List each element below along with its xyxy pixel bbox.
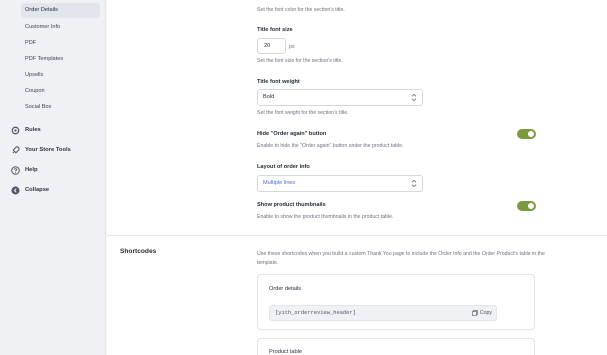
title-font-weight-select[interactable]: Bold [257,89,423,106]
copy-label: Copy [479,310,492,316]
chevron-up-down-icon [411,179,417,188]
title-font-size-input[interactable] [257,38,286,54]
toggle-knob [528,131,534,137]
layout-order-info-select[interactable]: Multiple lines [257,175,423,192]
toggle-knob [528,203,534,209]
thumbnails-label: Show product thumbnails [257,202,326,208]
title-font-weight-value: Bold [263,94,275,100]
layout-order-info-label: Layout of order info [257,164,310,170]
sidebar-item-pdf[interactable]: PDF [21,36,100,51]
title-font-weight-help: Set the font weight for the section's ti… [257,110,349,116]
title-font-size-label: Title font size [257,27,293,33]
sidebar-item-coupon[interactable]: Coupon [21,84,100,99]
sidebar-item-collapse[interactable]: Collapse [10,183,49,197]
layout-order-info-value: Multiple lines [263,180,296,186]
sidebar-item-upsells[interactable]: Upsells [21,68,100,83]
settings-panel: Set the font color for the section's tit… [107,0,607,355]
sidebar-item-label: Your Store Tools [25,147,71,153]
title-font-size-unit: px [289,44,295,50]
rocket-icon [10,145,20,155]
help-icon [10,165,20,175]
sidebar-item-customer-info[interactable]: Customer Info [21,20,100,35]
order-again-help: Enable to hide the "Order again" button … [257,143,404,149]
order-details-card: Order details [yith_orderreview_header] … [257,274,535,330]
sidebar-item-order-details[interactable]: Order Details [21,3,100,18]
thumbnails-toggle[interactable] [517,201,536,211]
section-divider [107,235,607,236]
card-title: Order details [269,286,302,292]
shortcode-field[interactable]: [yith_orderreview_header] Copy [269,305,497,321]
sidebar-item-label: Rules [25,127,41,133]
sidebar-item-help[interactable]: Help [10,163,38,177]
order-again-toggle[interactable] [517,129,536,139]
shortcodes-title: Shortcodes [120,248,157,255]
gear-icon [10,125,20,135]
copy-button[interactable]: Copy [472,308,492,318]
sidebar-item-social-box[interactable]: Social Box [21,100,100,115]
card-title: Product table [269,349,302,355]
shortcodes-help: Use these shortcodes when you build a cu… [257,251,545,266]
title-font-color-help: Set the font color for the section's tit… [257,7,345,13]
product-table-card: Product table [257,338,535,355]
title-font-weight-label: Title font weight [257,79,300,85]
shortcode-value: [yith_orderreview_header] [275,310,356,316]
sidebar-item-rules[interactable]: Rules [10,123,41,137]
collapse-icon [10,185,20,195]
title-font-size-help: Set the font size for the section's titl… [257,58,343,64]
sidebar-item-pdf-templates[interactable]: PDF Templates [21,52,100,67]
order-again-label: Hide "Order again" button [257,131,327,137]
sidebar-item-label: Help [25,167,38,173]
sidebar-item-label: Collapse [25,187,50,193]
sidebar: Order Details Customer Info PDF PDF Temp… [0,0,106,355]
sidebar-item-your-store-tools[interactable]: Your Store Tools [10,143,71,157]
thumbnails-help: Enable to show the product thumbnails in… [257,214,394,220]
copy-icon [472,310,478,316]
chevron-up-down-icon [411,93,417,102]
